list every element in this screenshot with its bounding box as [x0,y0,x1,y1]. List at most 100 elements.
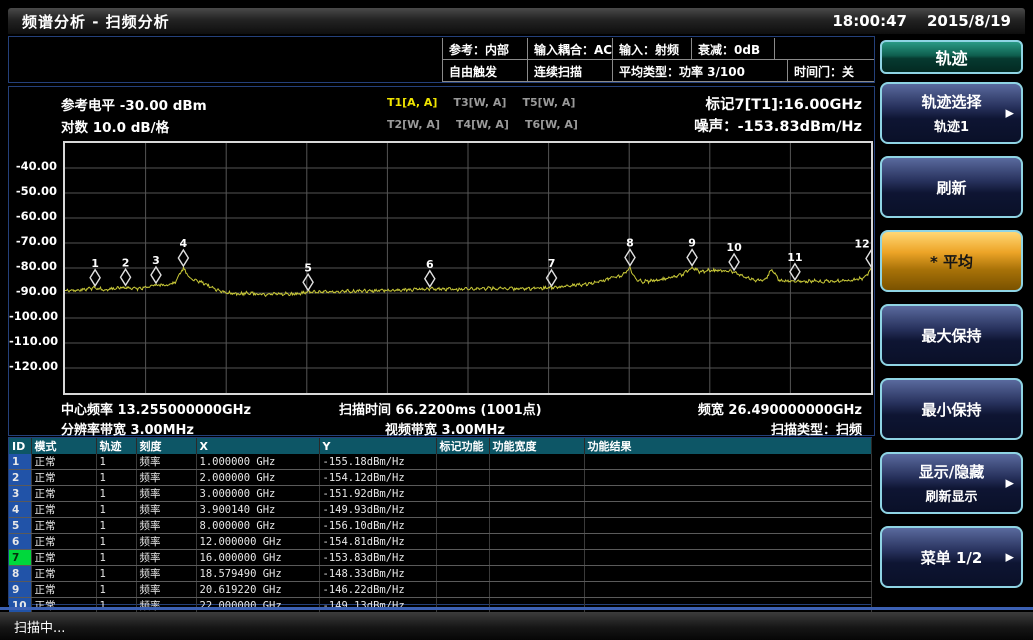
table-cell-mode: 正常 [31,550,96,566]
marker-diamond[interactable] [121,269,131,285]
table-cell-id: 7 [9,550,31,566]
setting-cell: 参考：内部 [442,38,527,60]
table-cell-mode: 正常 [31,566,96,582]
clock: 18:00:47 2015/8/19 [832,12,1011,30]
table-row[interactable]: 4正常1频率3.900140 GHz-149.93dBm/Hz [9,502,871,518]
marker-diamond[interactable] [625,250,635,266]
setting-cell: 时间门：关 [787,60,874,82]
table-cell-width [489,534,584,550]
table-cell-x: 3.000000 GHz [196,486,319,502]
trace-indicator: T4[W, A] [456,118,509,131]
table-row[interactable]: 1正常1频率1.000000 GHz-155.18dBm/Hz [9,454,871,470]
sidebar-button-sublabel: 刷新显示 [925,486,977,505]
y-axis-tick-label: -40.00 [9,159,57,173]
table-cell-result [584,454,871,470]
trace-indicator: T6[W, A] [525,118,578,131]
sweep-time-label: 扫描时间 66.2200ms (1001点) [339,399,542,418]
table-row[interactable]: 9正常1频率20.619220 GHz-146.22dBm/Hz [9,582,871,598]
submenu-arrow-icon: ▶ [1006,107,1014,120]
table-cell-func [436,502,489,518]
table-cell-x: 20.619220 GHz [196,582,319,598]
table-row[interactable]: 5正常1频率8.000000 GHz-156.10dBm/Hz [9,518,871,534]
table-cell-func [436,582,489,598]
plot-area[interactable]: 123456789101112 [63,141,873,395]
table-cell-width [489,486,584,502]
marker-diamond[interactable] [687,250,697,266]
settings-row-1: 参考：内部输入耦合：AC输入：射频衰减：0dB [442,38,874,60]
sidebar-button-3[interactable]: * 平均 [880,230,1023,292]
marker-diamond[interactable] [425,271,435,287]
y-axis-tick-label: -80.00 [9,259,57,273]
sidebar-button-6[interactable]: 显示/隐藏刷新显示 ▶ [880,452,1023,514]
y-axis-tick-label: -110.00 [9,334,57,348]
sidebar-button-1[interactable]: 轨迹选择轨迹1▶ [880,82,1023,144]
trace-indicators-row1: T1[A, A]T3[W, A]T5[W, A] [387,96,575,109]
setting-cell: 输入：射频 [612,38,691,60]
sidebar-button-2[interactable]: 刷新 [880,156,1023,218]
marker-number: 1 [91,257,99,270]
trace-indicator: T3[W, A] [453,96,506,109]
marker-diamond[interactable] [90,270,100,286]
marker-diamond[interactable] [178,250,188,266]
sidebar-button-7[interactable]: 菜单 1/2▶ [880,526,1023,588]
table-cell-func [436,534,489,550]
ref-level-label: 参考电平 -30.00 dBm [61,94,207,114]
sidebar-button-label: 显示/隐藏 [919,461,984,482]
table-cell-scale: 频率 [136,486,196,502]
marker-number: 10 [726,241,742,254]
marker-diamond[interactable] [303,274,313,290]
sidebar-button-4[interactable]: 最大保持 [880,304,1023,366]
y-axis-tick-label: -60.00 [9,209,57,223]
table-cell-result [584,582,871,598]
table-cell-width [489,518,584,534]
setting-cell: 自由触发 [442,60,527,82]
table-cell-mode: 正常 [31,470,96,486]
sidebar-menu: 轨迹 轨迹选择轨迹1▶ 刷新 * 平均最大保持最小保持显示/隐藏刷新显示 ▶ 菜单 1/… [878,38,1025,608]
table-cell-width [489,550,584,566]
table-row[interactable]: 3正常1频率3.000000 GHz-151.92dBm/Hz [9,486,871,502]
sidebar-button-5[interactable]: 最小保持 [880,378,1023,440]
sidebar-button-label: 最小保持 [921,399,981,420]
table-row[interactable]: 7正常1频率16.000000 GHz-153.83dBm/Hz [9,550,871,566]
y-axis-tick-label: -90.00 [9,284,57,298]
marker-diamond[interactable] [790,264,800,280]
table-cell-func [436,486,489,502]
table-cell-id: 6 [9,534,31,550]
span-label: 频宽 26.490000000GHz [698,399,862,418]
table-row[interactable]: 2正常1频率2.000000 GHz-154.12dBm/Hz [9,470,871,486]
marker-number: 2 [122,256,130,269]
trace-indicator: T2[W, A] [387,118,440,131]
table-row[interactable]: 8正常1频率18.579490 GHz-148.33dBm/Hz [9,566,871,582]
table-cell-scale: 频率 [136,550,196,566]
table-cell-func [436,566,489,582]
marker-table-header: 功能结果 [584,438,871,454]
marker-number: 5 [304,261,312,274]
table-cell-scale: 频率 [136,566,196,582]
table-cell-id: 8 [9,566,31,582]
table-cell-result [584,534,871,550]
table-cell-mode: 正常 [31,502,96,518]
table-row[interactable]: 6正常1频率12.000000 GHz-154.81dBm/Hz [9,534,871,550]
menu-title-button[interactable]: 轨迹 [880,40,1023,74]
marker-table-header: 标记功能 [436,438,489,454]
time-display: 18:00:47 [832,12,907,30]
table-cell-scale: 频率 [136,518,196,534]
rbw-label: 分辨率带宽 3.00MHz [61,419,194,438]
app-title: 频谱分析 - 扫频分析 [22,11,170,32]
marker-diamond[interactable] [547,270,557,286]
marker-diamond[interactable] [866,251,871,267]
y-axis-tick-label: -70.00 [9,234,57,248]
submenu-arrow-icon: ▶ [1006,477,1014,490]
settings-strip: 参考：内部输入耦合：AC输入：射频衰减：0dB 自由触发连续扫描平均类型：功率 … [8,36,875,83]
table-cell-id: 5 [9,518,31,534]
plot-svg: 123456789101112 [65,143,871,393]
marker-table-header: 刻度 [136,438,196,454]
table-cell-result [584,518,871,534]
table-cell-mode: 正常 [31,486,96,502]
marker-diamond[interactable] [151,267,161,283]
table-cell-trace: 1 [96,566,136,582]
table-cell-func [436,518,489,534]
marker-table-panel: ID模式轨迹刻度XY标记功能功能宽度功能结果 1正常1频率1.000000 GH… [8,437,872,605]
table-cell-x: 16.000000 GHz [196,550,319,566]
date-display: 2015/8/19 [927,12,1011,30]
